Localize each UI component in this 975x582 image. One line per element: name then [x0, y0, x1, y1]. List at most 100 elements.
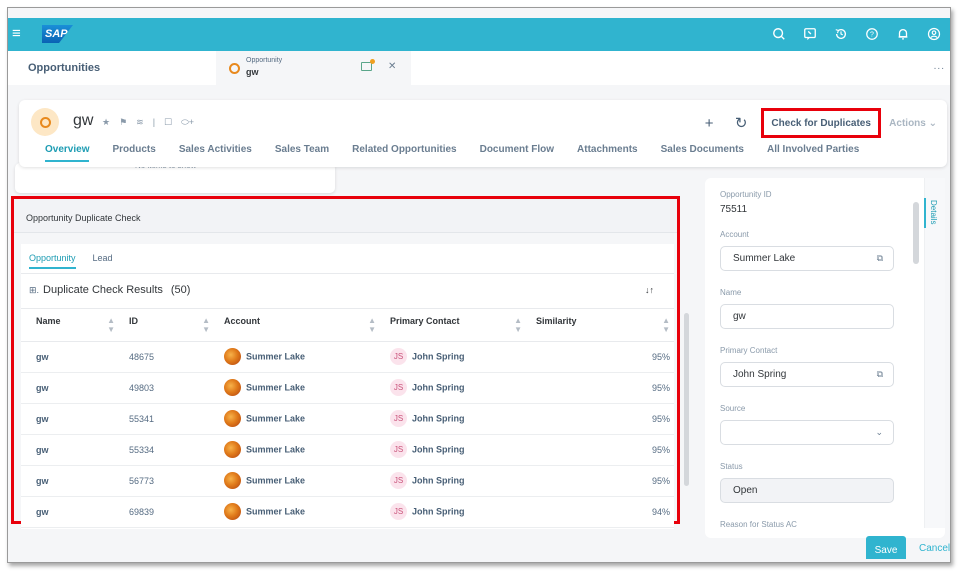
table-row[interactable]: gw 55341 Summer Lake JS John Spring 95%: [21, 403, 674, 435]
notes-icon[interactable]: [361, 59, 375, 71]
contact-link[interactable]: John Spring: [412, 414, 465, 424]
tab-related-opportunities[interactable]: Related Opportunities: [352, 144, 456, 160]
primary-contact-field[interactable]: John Spring ⧉: [720, 362, 894, 387]
tab-all-involved-parties[interactable]: All Involved Parties: [767, 144, 859, 160]
duplicate-results-card: Opportunity Lead ⊞. Duplicate Check Resu…: [21, 244, 674, 529]
value-help-icon[interactable]: ⧉: [877, 363, 883, 386]
contact-link[interactable]: John Spring: [412, 507, 465, 517]
close-icon[interactable]: ✕: [388, 61, 396, 72]
cell-account[interactable]: Summer Lake: [224, 465, 390, 497]
table-row[interactable]: gw 56773 Summer Lake JS John Spring 95%: [21, 465, 674, 497]
column-header-id[interactable]: ID ▲ ▼: [129, 309, 224, 342]
cell-account[interactable]: Summer Lake: [224, 403, 390, 435]
tab-subtitle: Opportunity: [246, 57, 283, 64]
cell-primary-contact[interactable]: JS John Spring: [390, 372, 536, 404]
cell-name: gw: [21, 341, 129, 373]
actions-menu-button[interactable]: Actions ⌄: [889, 118, 937, 129]
cell-primary-contact[interactable]: JS John Spring: [390, 403, 536, 435]
source-select[interactable]: ⌄: [720, 420, 894, 445]
contact-link[interactable]: John Spring: [412, 383, 465, 393]
table-row[interactable]: gw 55334 Summer Lake JS John Spring 95%: [21, 434, 674, 466]
object-title: gw: [73, 112, 94, 129]
contact-avatar: JS: [390, 379, 407, 396]
cell-account[interactable]: Summer Lake: [224, 496, 390, 528]
duplicate-check-panel: Opportunity Duplicate Check Opportunity …: [11, 196, 680, 529]
subtab-opportunity[interactable]: Opportunity: [29, 253, 76, 269]
comment-icon[interactable]: ☐: [164, 117, 172, 128]
account-link[interactable]: Summer Lake: [246, 383, 305, 393]
add-icon[interactable]: +: [693, 115, 725, 132]
contact-link[interactable]: John Spring: [412, 445, 465, 455]
help-icon[interactable]: ?: [856, 24, 887, 44]
star-icon[interactable]: ★: [102, 117, 110, 128]
contact-link[interactable]: John Spring: [412, 476, 465, 486]
tab-sales-team[interactable]: Sales Team: [275, 144, 329, 160]
details-side-rail: Details: [924, 178, 945, 528]
active-indicator: [924, 198, 926, 228]
column-header-similarity[interactable]: Similarity ▲ ▼: [536, 309, 674, 342]
cell-account[interactable]: Summer Lake: [224, 341, 390, 373]
tab-opportunities[interactable]: Opportunities: [28, 62, 100, 74]
tab-products[interactable]: Products: [112, 144, 155, 160]
cell-similarity: 95%: [536, 372, 674, 404]
save-button[interactable]: Save: [866, 536, 906, 559]
cell-id: 49803: [129, 372, 224, 404]
name-field[interactable]: gw: [720, 304, 894, 329]
column-header-name[interactable]: Name ▲ ▼: [21, 309, 129, 342]
tab-sales-documents[interactable]: Sales Documents: [661, 144, 744, 160]
check-for-duplicates-button[interactable]: Check for Duplicates: [761, 108, 882, 138]
subtab-lead[interactable]: Lead: [93, 253, 113, 268]
cell-primary-contact[interactable]: JS John Spring: [390, 341, 536, 373]
cell-primary-contact[interactable]: JS John Spring: [390, 496, 536, 528]
account-link[interactable]: Summer Lake: [246, 414, 305, 424]
search-icon[interactable]: [763, 24, 794, 44]
value-help-icon[interactable]: ⧉: [877, 247, 883, 270]
tab-opportunity-gw[interactable]: Opportunity gw ✕: [216, 51, 411, 85]
cell-account[interactable]: Summer Lake: [224, 372, 390, 404]
account-link[interactable]: Summer Lake: [246, 476, 305, 486]
cell-name: gw: [21, 434, 129, 466]
tag-icon[interactable]: ⬭+: [181, 117, 194, 128]
sap-logo[interactable]: SAP: [42, 25, 73, 43]
chevron-down-icon[interactable]: ⌄: [875, 421, 883, 444]
tab-sales-activities[interactable]: Sales Activities: [179, 144, 252, 160]
table-row[interactable]: gw 48675 Summer Lake JS John Spring 95%: [21, 341, 674, 373]
cell-account[interactable]: Summer Lake: [224, 434, 390, 466]
account-link[interactable]: Summer Lake: [246, 352, 305, 362]
source-label: Source: [720, 404, 746, 413]
cell-id: 56773: [129, 465, 224, 497]
cell-primary-contact[interactable]: JS John Spring: [390, 434, 536, 466]
cell-id: 55341: [129, 403, 224, 435]
account-link[interactable]: Summer Lake: [246, 445, 305, 455]
user-profile-icon[interactable]: [918, 24, 949, 44]
column-header-account[interactable]: Account ▲ ▼: [224, 309, 390, 342]
table-row[interactable]: gw 69839 Summer Lake JS John Spring 94%: [21, 496, 674, 528]
hamburger-icon[interactable]: ≡: [12, 26, 21, 41]
table-header-row: Name ▲ ▼ ID ▲ ▼ Account ▲ ▼ Primary Contact ▲ ▼ …: [21, 309, 674, 342]
tab-document-flow[interactable]: Document Flow: [480, 144, 554, 160]
rss-icon[interactable]: ≋: [136, 117, 144, 128]
separator: |: [152, 117, 156, 127]
notification-bell-icon[interactable]: [887, 24, 918, 44]
feedback-icon[interactable]: [794, 24, 825, 44]
main-scrollbar[interactable]: [684, 313, 689, 486]
refresh-icon[interactable]: ↻: [725, 114, 757, 132]
more-icon[interactable]: ...: [934, 61, 945, 72]
duplicate-check-header: Opportunity Duplicate Check: [14, 199, 677, 233]
details-scrollbar[interactable]: [913, 202, 919, 264]
account-avatar: [224, 441, 241, 458]
flag-icon[interactable]: ⚑: [119, 117, 127, 128]
cancel-button[interactable]: Cancel: [919, 543, 950, 554]
cell-primary-contact[interactable]: JS John Spring: [390, 465, 536, 497]
account-field[interactable]: Summer Lake ⧉: [720, 246, 894, 271]
contact-link[interactable]: John Spring: [412, 352, 465, 362]
details-rail-tab[interactable]: Details: [929, 200, 938, 224]
tab-overview[interactable]: Overview: [45, 144, 90, 162]
history-icon[interactable]: [825, 24, 856, 44]
cell-similarity: 95%: [536, 434, 674, 466]
tab-attachments[interactable]: Attachments: [577, 144, 638, 160]
table-row[interactable]: gw 49803 Summer Lake JS John Spring 95%: [21, 372, 674, 404]
column-header-primary-contact[interactable]: Primary Contact ▲ ▼: [390, 309, 536, 342]
account-link[interactable]: Summer Lake: [246, 507, 305, 517]
sort-icon[interactable]: ↓↑: [645, 285, 654, 295]
